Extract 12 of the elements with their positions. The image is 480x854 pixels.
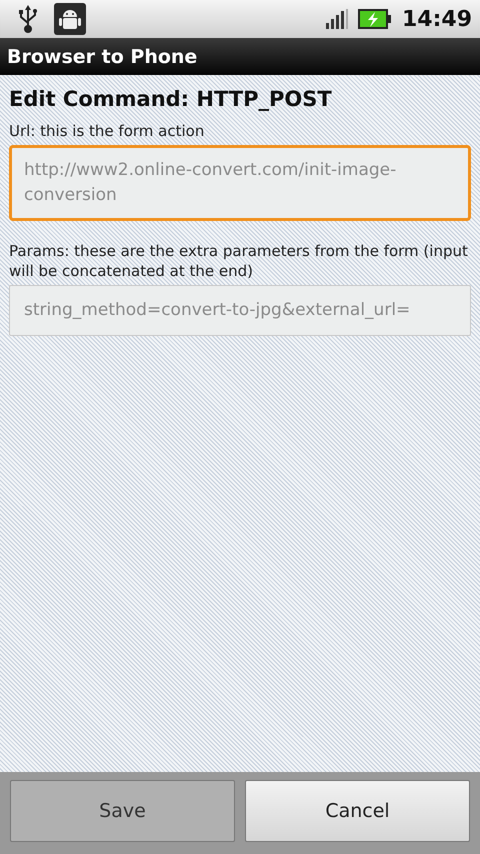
cancel-button[interactable]: Cancel (245, 780, 470, 842)
android-icon (54, 3, 86, 35)
field-label: Url: this is the form action (9, 121, 204, 141)
window-title: Browser to Phone (7, 46, 198, 68)
page-heading: Edit Command: HTTP_POST (9, 87, 332, 111)
input-field[interactable]: http://www2.online-convert.com/init-image-conversion (9, 145, 471, 221)
battery-charging-icon (358, 9, 392, 29)
field-label: Params: these are the extra parameters from the form (input will be concatenated at the end) (9, 241, 469, 281)
usb-icon (18, 5, 38, 33)
input-field[interactable]: string_method=convert-to-jpg&external_url= (9, 285, 471, 336)
clock-time: 14:49 (402, 6, 472, 32)
signal-icon (326, 9, 348, 29)
